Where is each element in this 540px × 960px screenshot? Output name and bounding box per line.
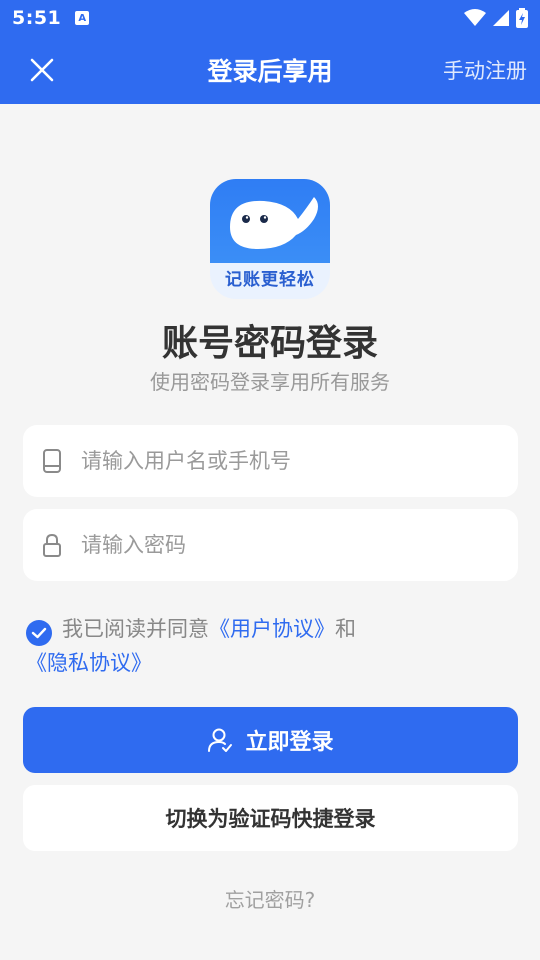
wifi-icon [464, 9, 486, 26]
phone-icon [41, 448, 63, 474]
status-time: 5:51 [12, 7, 62, 29]
agreement-and: 和 [335, 617, 356, 641]
forgot-password-link[interactable]: 忘记密码? [0, 884, 540, 913]
switch-button-label: 切换为验证码快捷登录 [165, 807, 376, 831]
status-indicators [464, 8, 528, 28]
toolbar: 登录后享用 手动注册 [0, 36, 540, 104]
user-agreement-link[interactable]: 《用户协议》 [209, 617, 335, 641]
login-button-label: 立即登录 [245, 730, 334, 755]
login-heading: 账号密码登录 [161, 323, 378, 364]
notification-app-icon: A [75, 11, 90, 25]
close-icon [30, 58, 54, 82]
close-button[interactable] [22, 50, 62, 90]
privacy-policy-link[interactable]: 《隐私协议》 [26, 651, 152, 675]
signal-icon [493, 10, 509, 26]
switch-to-sms-login-button[interactable]: 切换为验证码快捷登录 [23, 785, 518, 851]
app-logo: 记账更轻松 [210, 179, 330, 299]
agreement-prefix: 我已阅读并同意 [62, 617, 209, 641]
username-input[interactable] [81, 449, 461, 473]
login-subheading: 使用密码登录享用所有服务 [150, 370, 390, 394]
password-input[interactable] [81, 533, 461, 557]
status-bar: 5:51 A [0, 0, 540, 36]
lock-icon [41, 532, 63, 558]
agreement-checkbox[interactable] [26, 620, 52, 646]
username-field[interactable] [23, 425, 518, 497]
whale-icon [230, 197, 318, 249]
manual-register-link[interactable]: 手动注册 [443, 36, 527, 104]
user-icon [208, 728, 233, 752]
logo-text: 记账更轻松 [225, 270, 315, 290]
password-field[interactable] [23, 509, 518, 581]
agreement-row: 我已阅读并同意《用户协议》和《隐私协议》 [26, 612, 506, 680]
login-button[interactable]: 立即登录 [23, 707, 518, 773]
battery-icon [516, 8, 528, 28]
check-icon [31, 627, 47, 639]
